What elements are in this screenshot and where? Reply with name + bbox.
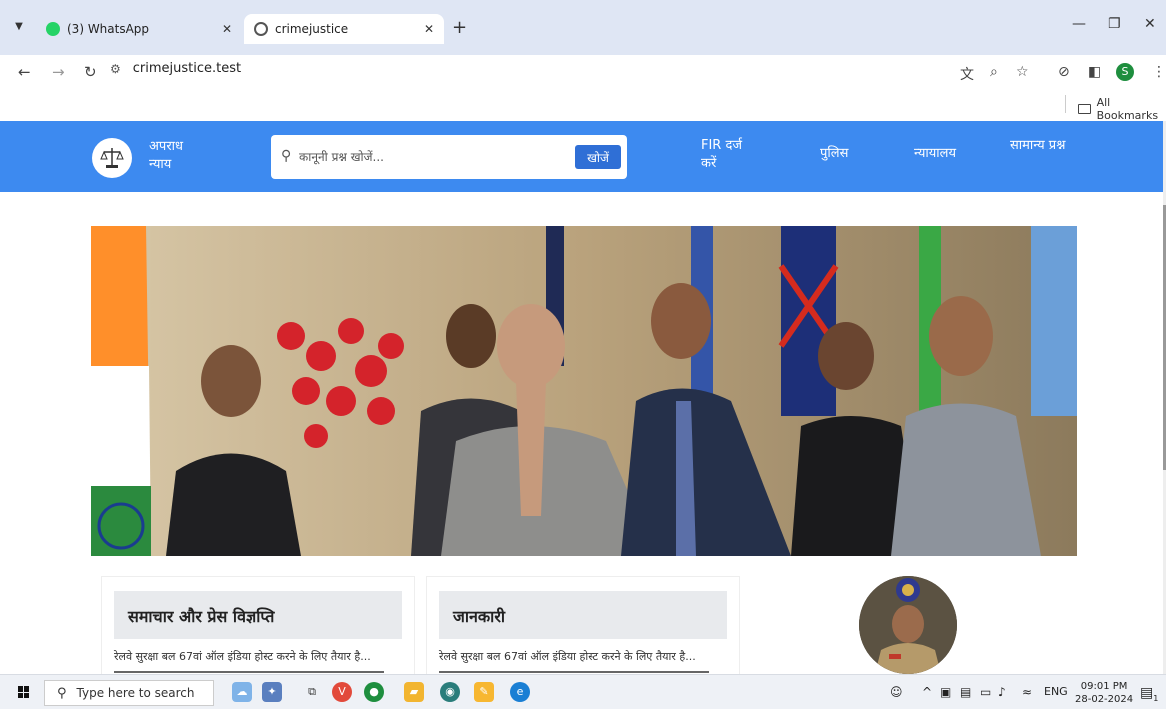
news-card[interactable]: समाचार और प्रेस विज्ञप्ति रेलवे सुरक्षा … [101,576,415,674]
card-excerpt[interactable]: रेलवे सुरक्षा बल 67वां ऑल इंडिया होस्ट क… [439,649,696,664]
taskbar-search-placeholder: Type here to search [76,686,195,700]
windows-taskbar: ⚲ Type here to search ☁ ✦ ⧉ V ● ▰ ◉ ✎ e … [0,674,1166,709]
clock-time: 09:01 PM [1080,681,1128,692]
scales-of-justice-icon [100,148,124,168]
notifications-icon[interactable]: ▤1 [1140,685,1158,703]
tab-title: (3) WhatsApp [67,22,150,36]
nav-court[interactable]: न्यायालय [914,145,956,163]
tab-whatsapp[interactable]: (3) WhatsApp ✕ [36,14,242,44]
show-hidden-icons-icon[interactable]: ^ [922,685,932,699]
paint-app-icon[interactable]: ✎ [474,682,494,702]
tray-app-icon[interactable]: ▣ [940,685,951,699]
close-tab-icon[interactable]: ✕ [222,22,232,36]
forward-icon[interactable]: → [52,63,65,81]
profile-avatar[interactable]: S [1116,63,1134,81]
extensions-icon[interactable]: ⊘ [1058,64,1070,80]
restore-icon[interactable]: ❐ [1108,16,1121,32]
card-header: जानकारी [439,591,727,639]
search-button[interactable]: खोजें [575,145,621,169]
tab-crimejustice[interactable]: crimejustice ✕ [244,14,444,44]
weather-widget-icon[interactable]: ☁ [232,682,252,702]
browser-toolbar: ← → ↻ ⚙ crimejustice.test 文 ⌕ ☆ ⊘ ◧ S ⋮ [0,55,1166,93]
bookmarks-divider [1065,95,1066,113]
wifi-icon[interactable]: ≈ [1022,685,1032,699]
satellite-app-icon[interactable]: ✦ [262,682,282,702]
site-info-icon[interactable]: ⚙ [110,62,121,76]
translate-icon[interactable]: 文 [960,64,974,84]
battery-icon[interactable]: ▭ [980,685,991,699]
nav-fir[interactable]: FIR दर्ज करें [701,137,761,173]
vivaldi-icon[interactable]: V [332,682,352,702]
back-icon[interactable]: ← [18,63,31,81]
site-logo[interactable] [92,138,132,178]
side-panel-icon[interactable]: ◧ [1088,64,1101,80]
url-text: crimejustice.test [132,61,242,76]
search-icon: ⚲ [57,685,67,701]
search-input[interactable] [299,147,579,167]
edge-icon[interactable]: e [510,682,530,702]
more-menu-icon[interactable]: ⋮ [1152,64,1166,80]
network-icon[interactable]: ▤ [960,685,971,699]
browser-tab-strip: ▼ (3) WhatsApp ✕ crimejustice ✕ + — ❐ ✕ [0,0,1166,55]
official-portrait [859,576,957,674]
card-title: समाचार और प्रेस विज्ञप्ति [128,607,275,626]
taskbar-search[interactable]: ⚲ Type here to search [44,680,214,706]
language-indicator[interactable]: ENG [1044,685,1068,698]
new-tab-icon[interactable]: + [452,17,467,38]
reload-icon[interactable]: ↻ [84,63,97,81]
volume-icon[interactable]: ♪ [998,685,1006,699]
tab-search-chevron-icon[interactable]: ▼ [10,18,28,36]
card-excerpt[interactable]: रेलवे सुरक्षा बल 67वां ऑल इंडिया होस्ट क… [114,649,371,664]
folder-icon [1078,104,1091,114]
globe-icon [254,22,268,36]
file-explorer-icon[interactable]: ▰ [404,682,424,702]
bookmark-star-icon[interactable]: ☆ [1016,64,1029,80]
card-title: जानकारी [453,607,506,626]
clock-date: 28-02-2024 [1075,694,1134,705]
zoom-icon[interactable]: ⌕ [990,64,998,80]
hero-image [91,226,1077,556]
minimize-icon[interactable]: — [1072,16,1086,32]
all-bookmarks-label: All Bookmarks [1096,96,1159,122]
media-app-icon[interactable]: ◉ [440,682,460,702]
site-logo-text[interactable]: अपराध न्याय [149,138,209,174]
taskbar-clock[interactable]: 09:01 PM 28-02-2024 [1075,680,1133,706]
close-tab-icon[interactable]: ✕ [424,22,434,36]
card-header: समाचार और प्रेस विज्ञप्ति [114,591,402,639]
all-bookmarks-button[interactable]: All Bookmarks [1078,96,1166,122]
task-view-icon[interactable]: ⧉ [302,682,322,702]
notification-count: 1 [1153,693,1159,703]
search-icon: ⚲ [281,148,292,164]
site-search: ⚲ खोजें [271,135,627,179]
info-card[interactable]: जानकारी रेलवे सुरक्षा बल 67वां ऑल इंडिया… [426,576,740,674]
nav-faq[interactable]: सामान्य प्रश्न [1010,137,1066,155]
whatsapp-icon [46,22,60,36]
chrome-icon[interactable]: ● [364,682,384,702]
nav-police[interactable]: पुलिस [820,145,848,163]
tab-title: crimejustice [275,22,349,36]
people-icon[interactable]: ☺ [890,685,903,699]
close-window-icon[interactable]: ✕ [1144,16,1156,32]
address-bar[interactable]: ⚙ crimejustice.test [110,61,241,76]
bookmarks-bar: All Bookmarks [0,93,1166,122]
windows-start-icon[interactable] [18,686,30,698]
